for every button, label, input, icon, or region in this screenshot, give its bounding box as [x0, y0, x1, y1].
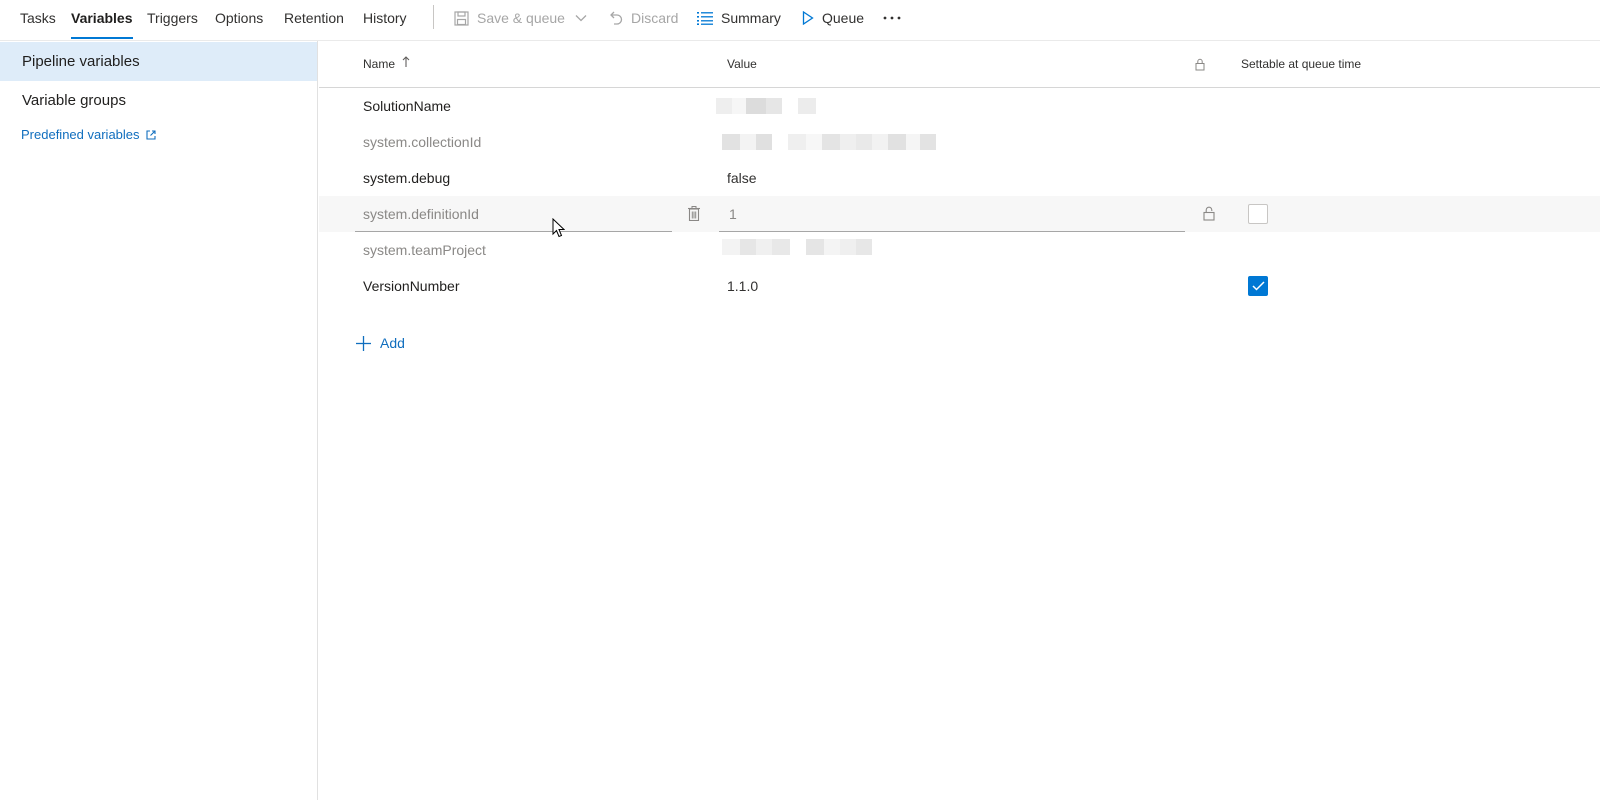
add-label: Add	[380, 335, 405, 351]
value-column-header[interactable]: Value	[727, 41, 757, 88]
masked-value[interactable]	[716, 98, 816, 114]
undo-icon	[608, 11, 623, 26]
settable-column-header: Settable at queue time	[1241, 57, 1362, 71]
predefined-variables-label: Predefined variables	[21, 127, 140, 142]
variables-grid: Name Value Settable at queue time Soluti…	[319, 41, 1600, 800]
nav-item-pipeline-variables[interactable]: Pipeline variables	[0, 42, 317, 81]
variable-row[interactable]: system.collectionId	[319, 124, 1600, 160]
chevron-down-icon	[575, 14, 587, 22]
name-column-header[interactable]: Name	[363, 41, 410, 88]
predefined-variables-link[interactable]: Predefined variables	[21, 127, 156, 142]
ellipsis-icon	[883, 16, 901, 20]
variable-name[interactable]: VersionNumber	[363, 268, 460, 304]
mouse-pointer-icon	[552, 217, 566, 243]
summary-label: Summary	[721, 10, 781, 26]
nav-item-variable-groups[interactable]: Variable groups	[0, 81, 317, 120]
checkmark-icon	[1252, 281, 1265, 291]
discard-button[interactable]: Discard	[608, 0, 678, 36]
top-toolbar: Tasks Variables Triggers Options Retenti…	[0, 0, 1600, 41]
plus-icon	[356, 335, 371, 351]
more-actions-button[interactable]	[883, 0, 901, 36]
discard-label: Discard	[631, 10, 679, 26]
settable-checkbox[interactable]	[1248, 276, 1268, 296]
variable-name[interactable]: SolutionName	[363, 88, 451, 124]
play-icon	[802, 11, 814, 25]
tab-retention[interactable]: Retention	[284, 0, 344, 39]
variable-row[interactable]: system.definitionId 1	[319, 196, 1600, 232]
lock-toggle-icon[interactable]	[1203, 206, 1215, 224]
save-and-queue-button[interactable]: Save & queue	[454, 0, 587, 36]
variable-row[interactable]: VersionNumber 1.1.0	[319, 268, 1600, 304]
variable-row[interactable]: system.debug false	[319, 160, 1600, 196]
tab-triggers[interactable]: Triggers	[147, 0, 198, 39]
tab-options[interactable]: Options	[215, 0, 263, 39]
sort-ascending-icon	[402, 41, 410, 88]
external-link-icon	[140, 129, 156, 140]
queue-label: Queue	[822, 10, 865, 26]
grid-header: Name Value Settable at queue time	[319, 41, 1600, 88]
variable-row[interactable]: system.teamProject	[319, 232, 1600, 268]
toolbar-divider	[433, 5, 434, 29]
variable-row[interactable]: SolutionName	[319, 88, 1600, 124]
lock-icon	[1195, 41, 1205, 88]
variable-name[interactable]: system.debug	[363, 160, 450, 196]
save-and-queue-label: Save & queue	[477, 10, 565, 26]
tab-tasks[interactable]: Tasks	[20, 0, 56, 39]
summary-button[interactable]: Summary	[697, 0, 781, 36]
list-icon	[697, 11, 713, 25]
variable-value[interactable]: false	[727, 160, 757, 196]
delete-icon[interactable]	[688, 206, 700, 224]
masked-value[interactable]	[722, 134, 936, 150]
tab-variables[interactable]: Variables	[71, 0, 133, 39]
settable-checkbox[interactable]	[1248, 204, 1268, 224]
save-icon	[454, 10, 469, 26]
queue-button[interactable]: Queue	[802, 0, 864, 36]
masked-value[interactable]	[722, 239, 872, 255]
add-variable-button[interactable]: Add	[356, 331, 405, 355]
variable-name[interactable]: system.collectionId	[363, 124, 481, 160]
variable-name[interactable]: system.teamProject	[363, 232, 486, 268]
tab-history[interactable]: History	[363, 0, 407, 39]
variable-name[interactable]: system.definitionId	[363, 196, 479, 232]
variable-value[interactable]: 1	[729, 196, 737, 232]
name-header-label: Name	[363, 57, 396, 71]
variables-side-nav: Pipeline variables Variable groups Prede…	[0, 41, 318, 800]
variable-value[interactable]: 1.1.0	[727, 268, 758, 304]
